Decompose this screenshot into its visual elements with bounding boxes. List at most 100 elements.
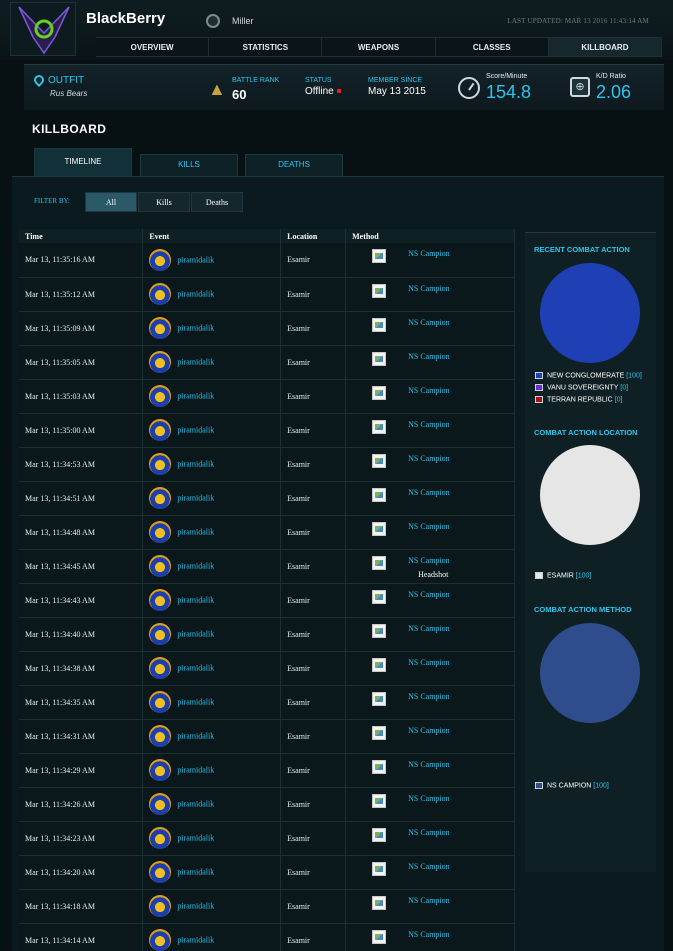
tab-classes[interactable]: CLASSES [436,38,549,56]
filter-kills-button[interactable]: Kills [138,192,190,212]
legend-swatch [535,384,543,391]
filter-all-button[interactable]: All [85,192,137,212]
method-cell: NS Campion [345,889,515,924]
victim-name-link[interactable]: piramidalik [177,868,214,877]
kd-ratio-value: 2.06 [596,82,632,102]
new-conglomerate-faction-icon [149,248,172,271]
table-row: Mar 13, 11:35:03 AM piramidalik Esamir NS C… [19,379,515,414]
table-row: Mar 13, 11:35:00 AM piramidalik Esamir NS C… [19,413,515,448]
weapon-name-link[interactable]: NS Campion [408,249,450,258]
method-cell: NS Campion [345,447,515,482]
subtab-timeline[interactable]: TIMELINE [34,148,132,176]
victim-name-link[interactable]: piramidalik [177,630,214,639]
weapon-name-link[interactable]: NS Campion [408,760,450,769]
kill-time: Mar 13, 11:34:20 AM [19,855,144,890]
weapon-image-icon [372,725,387,740]
kill-time: Mar 13, 11:34:26 AM [19,787,144,822]
weapon-name-link[interactable]: NS Campion [408,726,450,735]
weapon-name-link[interactable]: NS Campion [408,590,450,599]
member-since-value: May 13 2015 [368,86,426,97]
tab-killboard[interactable]: KILLBOARD [548,38,663,56]
weapon-name-link[interactable]: NS Campion [408,896,450,905]
filter-deaths-button[interactable]: Deaths [191,192,243,212]
victim-name-link[interactable]: piramidalik [177,426,214,435]
weapon-name-link[interactable]: NS Campion [408,522,450,531]
weapon-name-link[interactable]: NS Campion [408,828,450,837]
tab-statistics[interactable]: STATISTICS [209,38,323,56]
tab-weapons[interactable]: WEAPONS [322,38,436,56]
event-cell: piramidalik [142,481,282,516]
table-row: Mar 13, 11:34:26 AM piramidalik Esamir NS C… [19,787,515,822]
weapon-image-icon [372,861,387,876]
victim-name-link[interactable]: piramidalik [177,596,214,605]
main-nav: OVERVIEW STATISTICS WEAPONS CLASSES KILL… [96,37,663,57]
victim-name-link[interactable]: piramidalik [177,732,214,741]
victim-name-link[interactable]: piramidalik [177,562,214,571]
weapon-name-link[interactable]: NS Campion [408,930,450,939]
event-cell: piramidalik [142,617,282,652]
victim-name-link[interactable]: piramidalik [177,664,214,673]
victim-name-link[interactable]: piramidalik [177,936,214,945]
victim-name-link[interactable]: piramidalik [177,902,214,911]
kill-time: Mar 13, 11:34:23 AM [19,821,144,856]
method-cell: NS Campion [345,277,515,312]
new-conglomerate-faction-icon [149,623,172,645]
column-header-event: Event [142,229,282,243]
outfit-name[interactable]: Rus Bears [50,89,87,98]
victim-name-link[interactable]: piramidalik [177,460,214,469]
new-conglomerate-faction-icon [149,351,172,373]
method-cell: NS Campion [345,923,515,951]
weapon-name-link[interactable]: NS Campion [408,488,450,497]
victim-name-link[interactable]: piramidalik [177,290,214,299]
weapon-name-link[interactable]: NS Campion [408,556,450,565]
victim-name-link[interactable]: piramidalik [177,800,214,809]
kill-time: Mar 13, 11:34:48 AM [19,515,144,550]
weapon-name-link[interactable]: NS Campion [408,284,450,293]
method-cell: NS Campion [345,345,515,380]
kill-time: Mar 13, 11:34:53 AM [19,447,144,482]
victim-name-link[interactable]: piramidalik [177,324,214,333]
column-header-method: Method [345,229,515,243]
weapon-name-link[interactable]: NS Campion [408,658,450,667]
weapon-name-link[interactable]: NS Campion [408,352,450,361]
weapon-name-link[interactable]: NS Campion [408,624,450,633]
kill-time: Mar 13, 11:35:09 AM [19,311,144,346]
victim-name-link[interactable]: piramidalik [177,766,214,775]
event-cell: piramidalik [142,413,282,448]
victim-name-link[interactable]: piramidalik [177,528,214,537]
new-conglomerate-faction-icon [149,895,172,917]
offline-dot-icon [336,89,341,94]
victim-name-link[interactable]: piramidalik [177,494,214,503]
legend-count: [0] [620,384,629,392]
victim-name-link[interactable]: piramidalik [177,834,214,843]
victim-name-link[interactable]: piramidalik [177,392,214,401]
method-cell: NS Campion Headshot [345,549,515,584]
weapon-name-link[interactable]: NS Campion [408,318,450,327]
battle-rank-icon: ▲ [208,79,226,99]
legend-swatch [535,782,543,789]
kill-location: Esamir [280,753,347,788]
table-row: Mar 13, 11:34:45 AM piramidalik Esamir NS C… [19,549,515,584]
tab-overview[interactable]: OVERVIEW [96,38,210,56]
method-cell: NS Campion [345,311,515,346]
victim-name-link[interactable]: piramidalik [177,255,214,264]
kill-time: Mar 13, 11:34:51 AM [19,481,144,516]
event-cell: piramidalik [142,515,282,550]
subtab-kills[interactable]: KILLS [140,154,238,176]
victim-name-link[interactable]: piramidalik [177,358,214,367]
weapon-name-link[interactable]: NS Campion [408,862,450,871]
weapon-name-link[interactable]: NS Campion [408,420,450,429]
table-row: Mar 13, 11:34:53 AM piramidalik Esamir NS C… [19,447,515,482]
victim-name-link[interactable]: piramidalik [177,698,214,707]
status-value: Offline [305,86,341,97]
weapon-name-link[interactable]: NS Campion [408,454,450,463]
weapon-name-link[interactable]: NS Campion [408,794,450,803]
weapon-name-link[interactable]: NS Campion [408,386,450,395]
method-cell: NS Campion [345,855,515,890]
weapon-name-link[interactable]: NS Campion [408,692,450,701]
legend-label: ESAMIR [547,572,574,580]
last-updated: LAST UPDATED: MAR 13 2016 11:43:14 AM [507,17,649,25]
subtab-deaths[interactable]: DEATHS [245,154,343,176]
world-name: Miller [232,16,254,26]
new-conglomerate-faction-icon [149,521,172,543]
